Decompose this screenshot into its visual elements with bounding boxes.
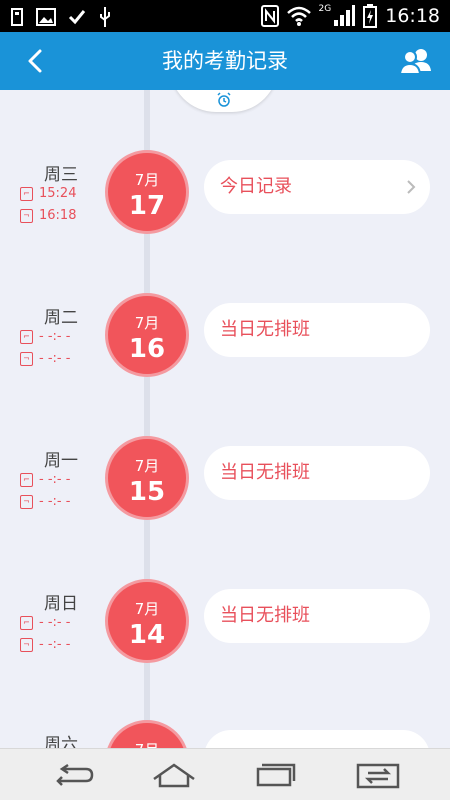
back-arrow-icon[interactable] [22,46,50,76]
app-bar: 我的考勤记录 [0,32,450,90]
punch-in-icon: ⌐ [20,615,33,630]
record-card[interactable]: 当日无排班 [204,446,430,500]
date-month: 7月 [134,600,160,618]
punch-out-icon: ¬ [20,637,33,652]
weekday-label: 周二 [44,308,78,328]
wifi-icon [286,6,311,26]
punch-in-time: - -:- - [39,472,71,487]
punch-out-time: - -:- - [39,494,71,509]
nfc-icon [260,5,279,27]
punch-out-icon: ¬ [20,208,33,223]
status-right-icons: 2G 16:18 [260,4,440,28]
punch-out: ¬ 16:18 [20,208,76,223]
status-left-icons [10,6,112,28]
punch-in: ⌐ - -:- - [20,472,70,487]
record-label: 当日无排班 [220,319,310,340]
date-badge: 7月 17 [105,150,189,234]
page-title: 我的考勤记录 [162,49,288,73]
punch-in-time: 15:24 [39,186,77,201]
date-month: 7月 [108,739,186,748]
punch-in: ⌐ - -:- - [20,615,70,630]
punch-out-icon: ¬ [20,351,33,366]
punch-out: ¬ - -:- - [20,351,70,366]
record-card[interactable] [204,730,430,748]
punch-in: ⌐ 15:24 [20,186,76,201]
record-row: 周二 ⌐ - -:- - ¬ - -:- - 7月 16 当日无排班 [0,293,450,393]
record-row: 周一 ⌐ - -:- - ¬ - -:- - 7月 15 当日无排班 [0,436,450,536]
usb-icon [11,8,23,26]
record-card[interactable]: 当日无排班 [204,303,430,357]
usb-plug-icon [100,7,110,27]
switch-window-icon[interactable] [354,759,402,791]
today-record-card[interactable]: 今日记录 [204,160,430,214]
punch-in-time: - -:- - [39,615,71,630]
punch-out-time: - -:- - [39,637,71,652]
date-badge: 7月 [105,720,189,748]
image-icon [36,8,56,26]
date-day: 16 [128,334,166,364]
weekday-label: 周六 [44,735,78,748]
recent-apps-icon[interactable] [252,759,300,791]
punch-out-time: 16:18 [39,208,77,223]
date-badge: 7月 16 [105,293,189,377]
record-card[interactable]: 当日无排班 [204,589,430,643]
punch-in-time: - -:- - [39,329,71,344]
date-day: 17 [128,191,166,221]
record-label: 当日无排班 [220,605,310,626]
punch-in-icon: ⌐ [20,186,33,201]
battery-charging-icon [363,4,378,28]
punch-out-icon: ¬ [20,494,33,509]
alarm-clock-icon [217,92,231,107]
check-icon [68,10,86,25]
weekday-label: 周日 [44,594,78,614]
date-badge: 7月 15 [105,436,189,520]
record-row: 周三 ⌐ 15:24 ¬ 16:18 7月 17 今日记录 [0,150,450,250]
status-bar: 2G 16:18 [0,0,450,32]
record-row: 周日 ⌐ - -:- - ¬ - -:- - 7月 14 当日无排班 [0,579,450,679]
punch-in-icon: ⌐ [20,329,33,344]
punch-out: ¬ - -:- - [20,637,70,652]
weekday-label: 周三 [44,165,78,185]
weekday-label: 周一 [44,451,78,471]
home-nav-icon[interactable] [150,759,198,791]
date-month: 7月 [134,171,160,189]
date-month: 7月 [134,314,160,332]
record-label: 当日无排班 [220,462,310,483]
punch-out-time: - -:- - [39,351,71,366]
punch-out: ¬ - -:- - [20,494,70,509]
people-icon[interactable] [398,44,434,78]
timeline-top-cap [170,90,278,112]
signal-icon [334,5,356,26]
back-nav-icon[interactable] [50,759,98,791]
status-time: 16:18 [385,5,440,27]
record-row: 周六 7月 [0,720,450,748]
date-month: 7月 [134,457,160,475]
system-nav-bar [0,748,450,800]
date-day: 15 [128,477,166,507]
date-day: 14 [128,620,166,650]
network-badge: 2G [318,4,332,14]
punch-in: ⌐ - -:- - [20,329,70,344]
chevron-right-icon [407,180,416,194]
attendance-timeline[interactable]: 周三 ⌐ 15:24 ¬ 16:18 7月 17 今日记录 周二 ⌐ - -:-… [0,90,450,748]
date-badge: 7月 14 [105,579,189,663]
record-label: 今日记录 [220,176,292,197]
punch-in-icon: ⌐ [20,472,33,487]
